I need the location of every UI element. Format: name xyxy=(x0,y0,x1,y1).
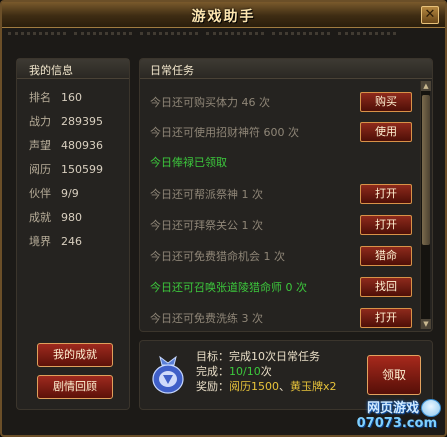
scroll-thumb[interactable] xyxy=(422,95,430,245)
task-text: 今日还可免费猎命机会 1 次 xyxy=(150,250,285,263)
task-scrollbar[interactable]: ▲ ▼ xyxy=(420,81,431,329)
scroll-up-icon[interactable]: ▲ xyxy=(421,81,431,91)
hunt-fate-button[interactable]: 猎命 xyxy=(360,246,412,266)
stat-label: 阅历 xyxy=(29,163,51,176)
retrieve-button[interactable]: 找回 xyxy=(360,277,412,297)
stat-label: 伙伴 xyxy=(29,187,51,200)
task-row: 今日俸禄已领取 xyxy=(150,151,412,173)
task-text: 今日还可拜祭关公 1 次 xyxy=(150,219,263,232)
close-button[interactable]: ✕ xyxy=(421,6,439,24)
close-icon: ✕ xyxy=(424,7,436,22)
task-row: 今日还可免费猎命机会 1 次 猎命 xyxy=(150,245,412,267)
stat-label: 境界 xyxy=(29,235,51,248)
tab-ghost[interactable] xyxy=(272,32,330,44)
stat-row-achievement: 成就 980 xyxy=(17,205,129,229)
daily-tasks-header: 日常任务 xyxy=(140,59,432,79)
stat-value: 289395 xyxy=(61,114,103,128)
my-info-header: 我的信息 xyxy=(17,59,129,79)
stat-value: 9/9 xyxy=(61,186,79,200)
stat-label: 成就 xyxy=(29,211,51,224)
daily-tasks-panel: 日常任务 今日还可购买体力 46 次 购买 今日还可使用招财神符 600 次 使… xyxy=(139,58,433,332)
title-bar: 游戏助手 ✕ xyxy=(2,2,445,28)
done-label: 完成： xyxy=(196,365,229,378)
story-review-button[interactable]: 剧情回顾 xyxy=(37,375,113,399)
open-refine-button[interactable]: 打开 xyxy=(360,308,412,328)
tab-ghost[interactable] xyxy=(338,32,396,44)
my-info-panel: 我的信息 排名 160 战力 289395 声望 480936 阅历 15059… xyxy=(16,58,130,410)
stat-label: 声望 xyxy=(29,139,51,152)
tab-ghost[interactable] xyxy=(140,32,198,44)
stat-label: 战力 xyxy=(29,115,51,128)
use-talisman-button[interactable]: 使用 xyxy=(360,122,412,142)
task-text: 今日还可使用招财神符 600 次 xyxy=(150,126,299,139)
watermark-bottom-text: 07073.com xyxy=(356,416,437,431)
open-guan-gong-button[interactable]: 打开 xyxy=(360,215,412,235)
task-text: 今日还可购买体力 46 次 xyxy=(150,96,270,109)
done-suffix: 次 xyxy=(260,365,272,378)
stat-value: 160 xyxy=(61,90,82,104)
task-text: 今日还可帮派祭神 1 次 xyxy=(150,188,263,201)
goal-value: 完成10次日常任务 xyxy=(229,350,320,363)
reward-details: 目标：完成10次日常任务 完成：10/10次 奖励：阅历1500、黄玉牌x2 xyxy=(196,349,337,394)
task-row: 今日还可免费洗练 3 次 打开 xyxy=(150,307,412,329)
reward-item-a: 阅历1500 xyxy=(229,380,279,393)
task-row: 今日还可使用招财神符 600 次 使用 xyxy=(150,121,412,143)
stat-row-experience: 阅历 150599 xyxy=(17,157,129,181)
mascot-icon xyxy=(421,399,441,417)
stat-row-realm: 境界 246 xyxy=(17,229,129,253)
buy-stamina-button[interactable]: 购买 xyxy=(360,92,412,112)
tab-ghost[interactable] xyxy=(74,32,132,44)
watermark-top-text: 网页游戏 xyxy=(366,401,419,416)
claim-reward-button[interactable]: 领取 xyxy=(367,355,421,395)
task-row: 今日还可购买体力 46 次 购买 xyxy=(150,91,412,113)
task-row: 今日还可召唤张道陵猎命师 0 次 找回 xyxy=(150,276,412,298)
stat-list: 排名 160 战力 289395 声望 480936 阅历 150599 伙伴 … xyxy=(17,85,129,253)
stat-value: 246 xyxy=(61,234,82,248)
window-title: 游戏助手 xyxy=(191,9,256,25)
task-row: 今日还可拜祭关公 1 次 打开 xyxy=(150,214,412,236)
reward-done-line: 完成：10/10次 xyxy=(196,364,337,379)
task-text: 今日还可免费洗练 3 次 xyxy=(150,312,263,325)
my-achievement-button[interactable]: 我的成就 xyxy=(37,343,113,367)
task-text: 今日俸禄已领取 xyxy=(150,156,227,169)
reward-separator: 、 xyxy=(279,380,290,393)
game-assistant-window: 游戏助手 ✕ 我的信息 排名 160 战力 289395 声望 480936 阅… xyxy=(0,0,447,437)
stat-label: 排名 xyxy=(29,91,51,104)
scroll-down-icon[interactable]: ▼ xyxy=(421,319,431,329)
reward-item-b: 黄玉牌x2 xyxy=(290,380,337,393)
reward-label: 奖励： xyxy=(196,380,229,393)
tab-strip xyxy=(8,32,439,46)
tab-ghost[interactable] xyxy=(206,32,264,44)
stat-row-prestige: 声望 480936 xyxy=(17,133,129,157)
task-row: 今日还可帮派祭神 1 次 打开 xyxy=(150,183,412,205)
stat-value: 980 xyxy=(61,210,82,224)
task-text: 今日还可召唤张道陵猎命师 0 次 xyxy=(150,281,307,294)
open-guild-worship-button[interactable]: 打开 xyxy=(360,184,412,204)
stat-value: 150599 xyxy=(61,162,103,176)
site-watermark: 网页游戏 07073.com xyxy=(323,397,441,431)
stat-value: 480936 xyxy=(61,138,103,152)
goal-label: 目标： xyxy=(196,350,229,363)
done-value: 10/10 xyxy=(229,365,261,378)
stat-row-rank: 排名 160 xyxy=(17,85,129,109)
reward-goal-line: 目标：完成10次日常任务 xyxy=(196,349,337,364)
reward-items-line: 奖励：阅历1500、黄玉牌x2 xyxy=(196,379,337,394)
stat-row-power: 战力 289395 xyxy=(17,109,129,133)
tab-ghost[interactable] xyxy=(8,32,66,44)
reward-bag-icon xyxy=(152,355,184,394)
stat-row-partners: 伙伴 9/9 xyxy=(17,181,129,205)
